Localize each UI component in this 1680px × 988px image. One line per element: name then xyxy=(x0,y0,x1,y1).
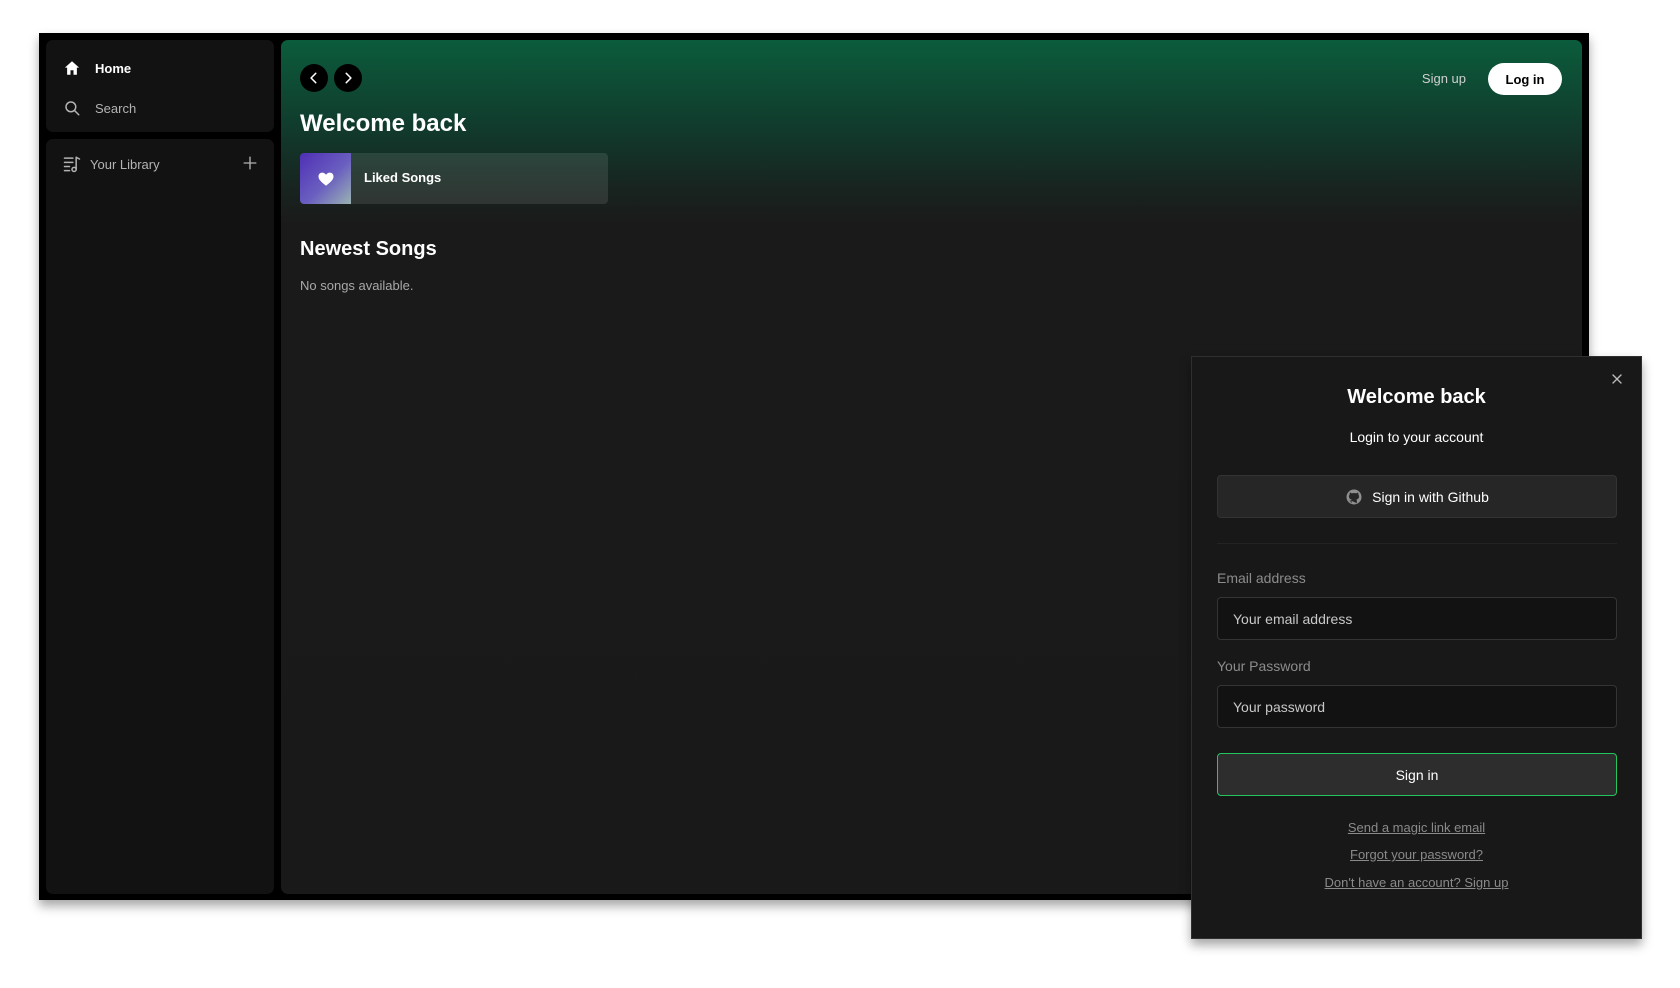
password-label: Your Password xyxy=(1217,658,1311,674)
email-label: Email address xyxy=(1217,570,1306,586)
github-signin-button[interactable]: Sign in with Github xyxy=(1217,475,1617,518)
github-icon xyxy=(1345,488,1363,506)
signup-link[interactable]: Don't have an account? Sign up xyxy=(1192,875,1641,890)
library-panel: Your Library xyxy=(46,139,274,894)
magic-link-email-link[interactable]: Send a magic link email xyxy=(1192,820,1641,835)
library-icon xyxy=(62,154,82,174)
email-field[interactable] xyxy=(1217,597,1617,640)
sidebar-item-home[interactable]: Home xyxy=(63,59,131,77)
add-playlist-button[interactable] xyxy=(240,153,260,173)
close-icon xyxy=(1609,371,1625,387)
modal-subtitle: Login to your account xyxy=(1349,429,1484,445)
search-icon xyxy=(63,99,81,117)
modal-title: Welcome back xyxy=(1347,386,1486,408)
chevron-right-icon xyxy=(341,71,355,85)
sidebar-item-label: Home xyxy=(95,60,132,76)
liked-songs-card[interactable]: Liked Songs xyxy=(300,153,608,204)
forward-button[interactable] xyxy=(334,64,362,92)
library-title: Your Library xyxy=(90,156,160,172)
signin-button[interactable]: Sign in xyxy=(1217,753,1617,796)
plus-icon xyxy=(240,153,260,173)
password-field[interactable] xyxy=(1217,685,1617,728)
chevron-left-icon xyxy=(307,71,321,85)
sidebar-nav: Home Search xyxy=(46,40,274,132)
sidebar-item-label: Search xyxy=(95,100,137,116)
divider xyxy=(1217,543,1617,544)
login-button[interactable]: Log in xyxy=(1488,63,1562,95)
liked-songs-label: Liked Songs xyxy=(364,170,442,185)
section-title: Newest Songs xyxy=(300,238,437,260)
signup-button[interactable]: Sign up xyxy=(1422,71,1466,86)
heart-icon xyxy=(317,170,335,188)
sidebar-item-search[interactable]: Search xyxy=(63,99,136,117)
liked-songs-cover xyxy=(300,153,351,204)
github-signin-label: Sign in with Github xyxy=(1372,488,1489,505)
page-title: Welcome back xyxy=(300,110,467,137)
back-button[interactable] xyxy=(300,64,328,92)
auth-modal: Welcome back Login to your account Sign … xyxy=(1191,356,1642,939)
close-button[interactable] xyxy=(1609,371,1625,387)
your-library-button[interactable]: Your Library xyxy=(62,154,160,174)
forgot-password-link[interactable]: Forgot your password? xyxy=(1192,847,1641,862)
empty-state-text: No songs available. xyxy=(300,278,414,293)
home-icon xyxy=(63,59,81,77)
